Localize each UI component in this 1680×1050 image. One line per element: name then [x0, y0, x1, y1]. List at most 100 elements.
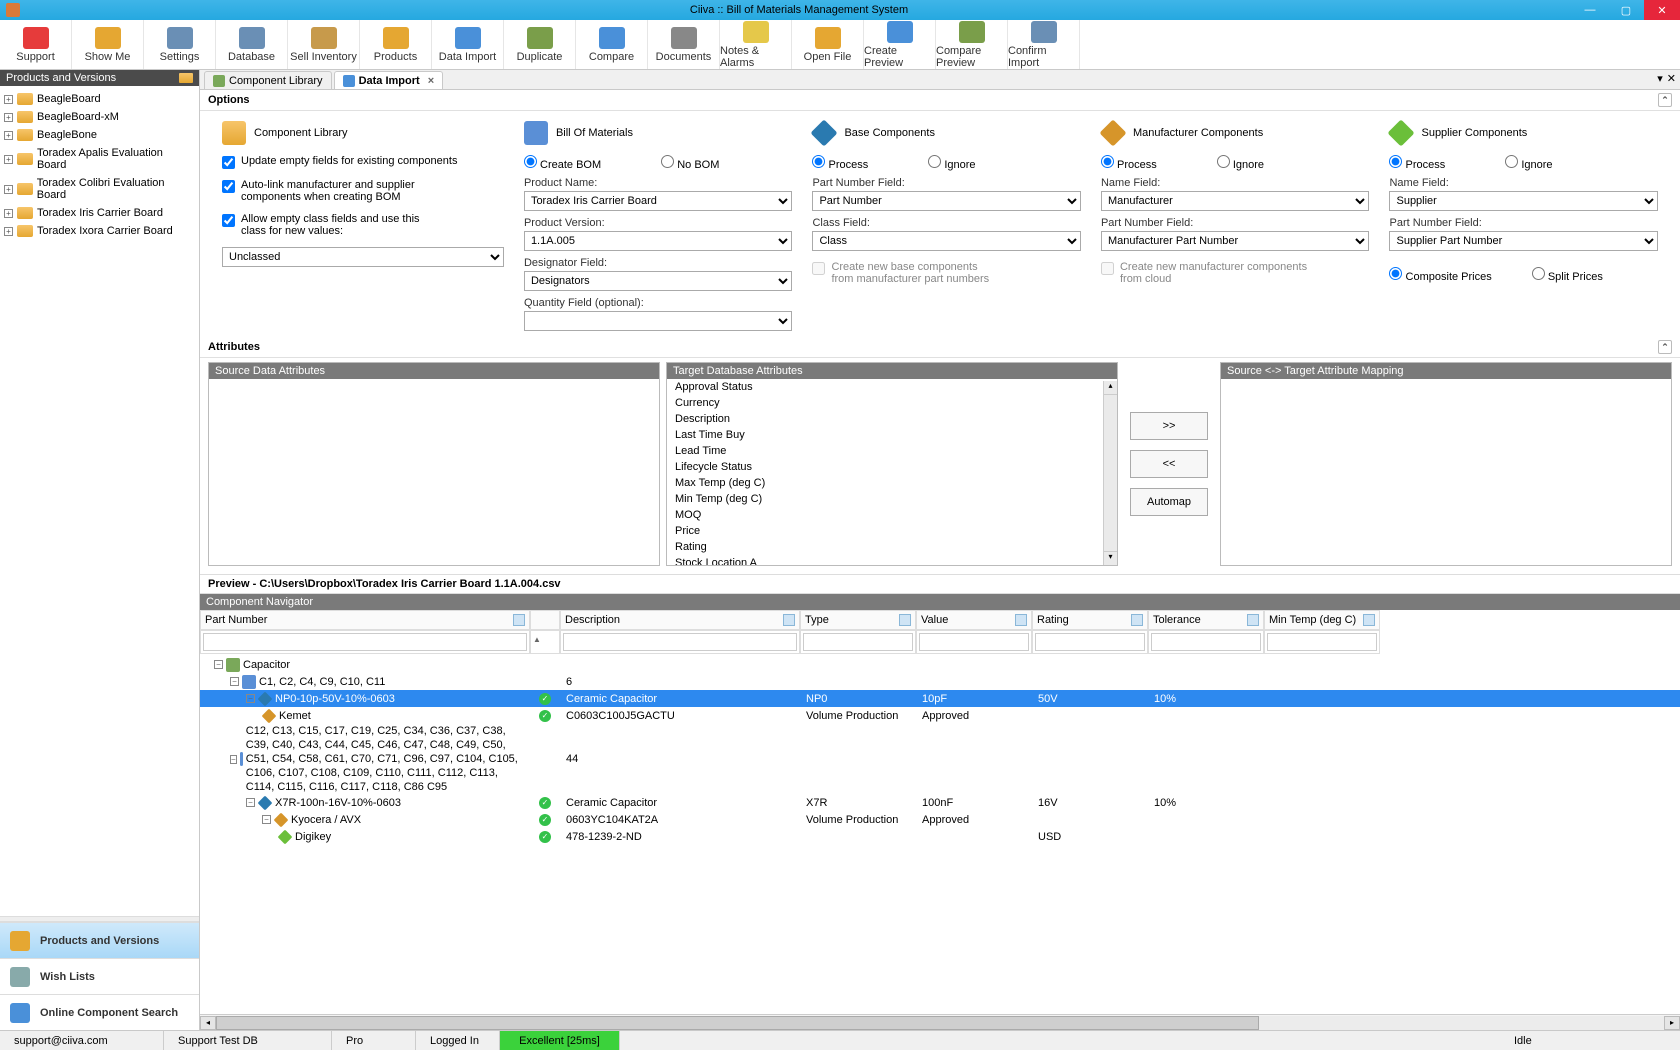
nav-products-and-versions[interactable]: Products and Versions	[0, 922, 199, 958]
ribbon-sell-inventory[interactable]: Sell Inventory	[288, 20, 360, 69]
attr-item[interactable]: Lifecycle Status	[667, 459, 1117, 475]
mfr-part-field-select[interactable]: Manufacturer Part Number	[1101, 231, 1370, 251]
grid-row[interactable]: Kemet✓C0603C100J5GACTUVolume ProductionA…	[200, 707, 1680, 724]
col-header[interactable]	[530, 610, 560, 630]
map-left-button[interactable]: <<	[1130, 450, 1208, 478]
sup-process-radio[interactable]	[1389, 155, 1402, 168]
no-bom-radio[interactable]	[661, 155, 674, 168]
product-name-select[interactable]: Toradex Iris Carrier Board	[524, 191, 793, 211]
col-header[interactable]: Part Number	[200, 610, 530, 630]
attr-item[interactable]: Currency	[667, 395, 1117, 411]
ribbon-open-file[interactable]: Open File	[792, 20, 864, 69]
ribbon-compare-preview[interactable]: Compare Preview	[936, 20, 1008, 69]
expand-icon[interactable]: +	[4, 227, 13, 236]
grid-row[interactable]: −Kyocera / AVX✓0603YC104KAT2AVolume Prod…	[200, 811, 1680, 828]
mfr-process-radio[interactable]	[1101, 155, 1114, 168]
tree-node[interactable]: +Toradex Colibri Evaluation Board	[2, 174, 197, 204]
expand-icon[interactable]: −	[262, 815, 271, 824]
ribbon-confirm-import[interactable]: Confirm Import	[1008, 20, 1080, 69]
expand-icon[interactable]: −	[246, 694, 255, 703]
attr-item[interactable]: Max Temp (deg C)	[667, 475, 1117, 491]
ribbon-show-me[interactable]: Show Me	[72, 20, 144, 69]
filter-icon[interactable]	[1131, 614, 1143, 626]
attr-item[interactable]: Rating	[667, 539, 1117, 555]
sort-icon[interactable]: ▲	[533, 635, 541, 644]
filter-input[interactable]	[1267, 633, 1377, 651]
default-class-select[interactable]: Unclassed	[222, 247, 504, 267]
source-attributes-list[interactable]: Source Data Attributes	[208, 362, 660, 566]
ribbon-settings[interactable]: Settings	[144, 20, 216, 69]
auto-link-checkbox[interactable]	[222, 180, 235, 193]
ribbon-support[interactable]: Support	[0, 20, 72, 69]
sup-part-field-select[interactable]: Supplier Part Number	[1389, 231, 1658, 251]
col-header[interactable]: Description	[560, 610, 800, 630]
expand-icon[interactable]: −	[214, 660, 223, 669]
minimize-button[interactable]: —	[1572, 0, 1608, 20]
grid-row[interactable]: −C12, C13, C15, C17, C19, C25, C34, C36,…	[200, 724, 1680, 794]
quantity-field-select[interactable]	[524, 311, 793, 331]
filter-icon[interactable]	[783, 614, 795, 626]
tab-close-all-icon[interactable]: ✕	[1667, 72, 1676, 85]
collapse-icon[interactable]: ⌃	[1658, 93, 1672, 107]
expand-icon[interactable]: −	[246, 798, 255, 807]
tree-node[interactable]: +BeagleBoard	[2, 90, 197, 108]
ribbon-notes-alarms[interactable]: Notes & Alarms	[720, 20, 792, 69]
attr-item[interactable]: Min Temp (deg C)	[667, 491, 1117, 507]
col-header[interactable]: Min Temp (deg C)	[1264, 610, 1380, 630]
col-header[interactable]: Rating	[1032, 610, 1148, 630]
expand-icon[interactable]: −	[230, 755, 237, 764]
expand-icon[interactable]: +	[4, 95, 13, 104]
composite-prices-radio[interactable]	[1389, 267, 1402, 280]
filter-input[interactable]	[1035, 633, 1145, 651]
attribute-mapping-list[interactable]: Source <-> Target Attribute Mapping	[1220, 362, 1672, 566]
tab-component-library[interactable]: Component Library	[204, 71, 332, 89]
create-bom-radio[interactable]	[524, 155, 537, 168]
ribbon-duplicate[interactable]: Duplicate	[504, 20, 576, 69]
filter-icon[interactable]	[1015, 614, 1027, 626]
mfr-ignore-radio[interactable]	[1217, 155, 1230, 168]
split-prices-radio[interactable]	[1532, 267, 1545, 280]
expand-icon[interactable]: +	[4, 155, 13, 164]
expand-icon[interactable]: +	[4, 131, 13, 140]
filter-icon[interactable]	[1363, 614, 1375, 626]
collapse-icon[interactable]: ⌃	[1658, 340, 1672, 354]
tree-node[interactable]: +BeagleBoard-xM	[2, 108, 197, 126]
attr-item[interactable]: Last Time Buy	[667, 427, 1117, 443]
filter-icon[interactable]	[899, 614, 911, 626]
part-number-field-select[interactable]: Part Number	[812, 191, 1081, 211]
automap-button[interactable]: Automap	[1130, 488, 1208, 516]
base-ignore-radio[interactable]	[928, 155, 941, 168]
products-tree[interactable]: +BeagleBoard+BeagleBoard-xM+BeagleBone+T…	[0, 86, 199, 916]
ribbon-database[interactable]: Database	[216, 20, 288, 69]
mfr-name-field-select[interactable]: Manufacturer	[1101, 191, 1370, 211]
expand-icon[interactable]: +	[4, 209, 13, 218]
filter-input[interactable]	[563, 633, 797, 651]
ribbon-compare[interactable]: Compare	[576, 20, 648, 69]
tree-node[interactable]: +Toradex Iris Carrier Board	[2, 204, 197, 222]
target-attributes-list[interactable]: Target Database Attributes Approval Stat…	[666, 362, 1118, 566]
filter-input[interactable]	[1151, 633, 1261, 651]
tree-node[interactable]: +Toradex Apalis Evaluation Board	[2, 144, 197, 174]
nav-wish-lists[interactable]: Wish Lists	[0, 958, 199, 994]
expand-icon[interactable]: +	[4, 113, 13, 122]
update-empty-checkbox[interactable]	[222, 156, 235, 169]
product-version-select[interactable]: 1.1A.005	[524, 231, 793, 251]
ribbon-data-import[interactable]: Data Import	[432, 20, 504, 69]
attr-item[interactable]: Description	[667, 411, 1117, 427]
sup-ignore-radio[interactable]	[1505, 155, 1518, 168]
horizontal-scrollbar[interactable]: ◂▸	[200, 1014, 1680, 1030]
filter-input[interactable]	[203, 633, 527, 651]
ribbon-products[interactable]: Products	[360, 20, 432, 69]
col-header[interactable]: Tolerance	[1148, 610, 1264, 630]
close-button[interactable]: ✕	[1644, 0, 1680, 20]
allow-empty-class-checkbox[interactable]	[222, 214, 235, 227]
grid-row[interactable]: −X7R-100n-16V-10%-0603✓Ceramic Capacitor…	[200, 794, 1680, 811]
tree-node[interactable]: +Toradex Ixora Carrier Board	[2, 222, 197, 240]
attr-item[interactable]: Lead Time	[667, 443, 1117, 459]
grid-row[interactable]: Digikey✓478-1239-2-NDUSD	[200, 828, 1680, 845]
sup-name-field-select[interactable]: Supplier	[1389, 191, 1658, 211]
filter-icon[interactable]	[1247, 614, 1259, 626]
class-field-select[interactable]: Class	[812, 231, 1081, 251]
col-header[interactable]: Value	[916, 610, 1032, 630]
tab-dropdown-icon[interactable]: ▾	[1657, 72, 1663, 85]
